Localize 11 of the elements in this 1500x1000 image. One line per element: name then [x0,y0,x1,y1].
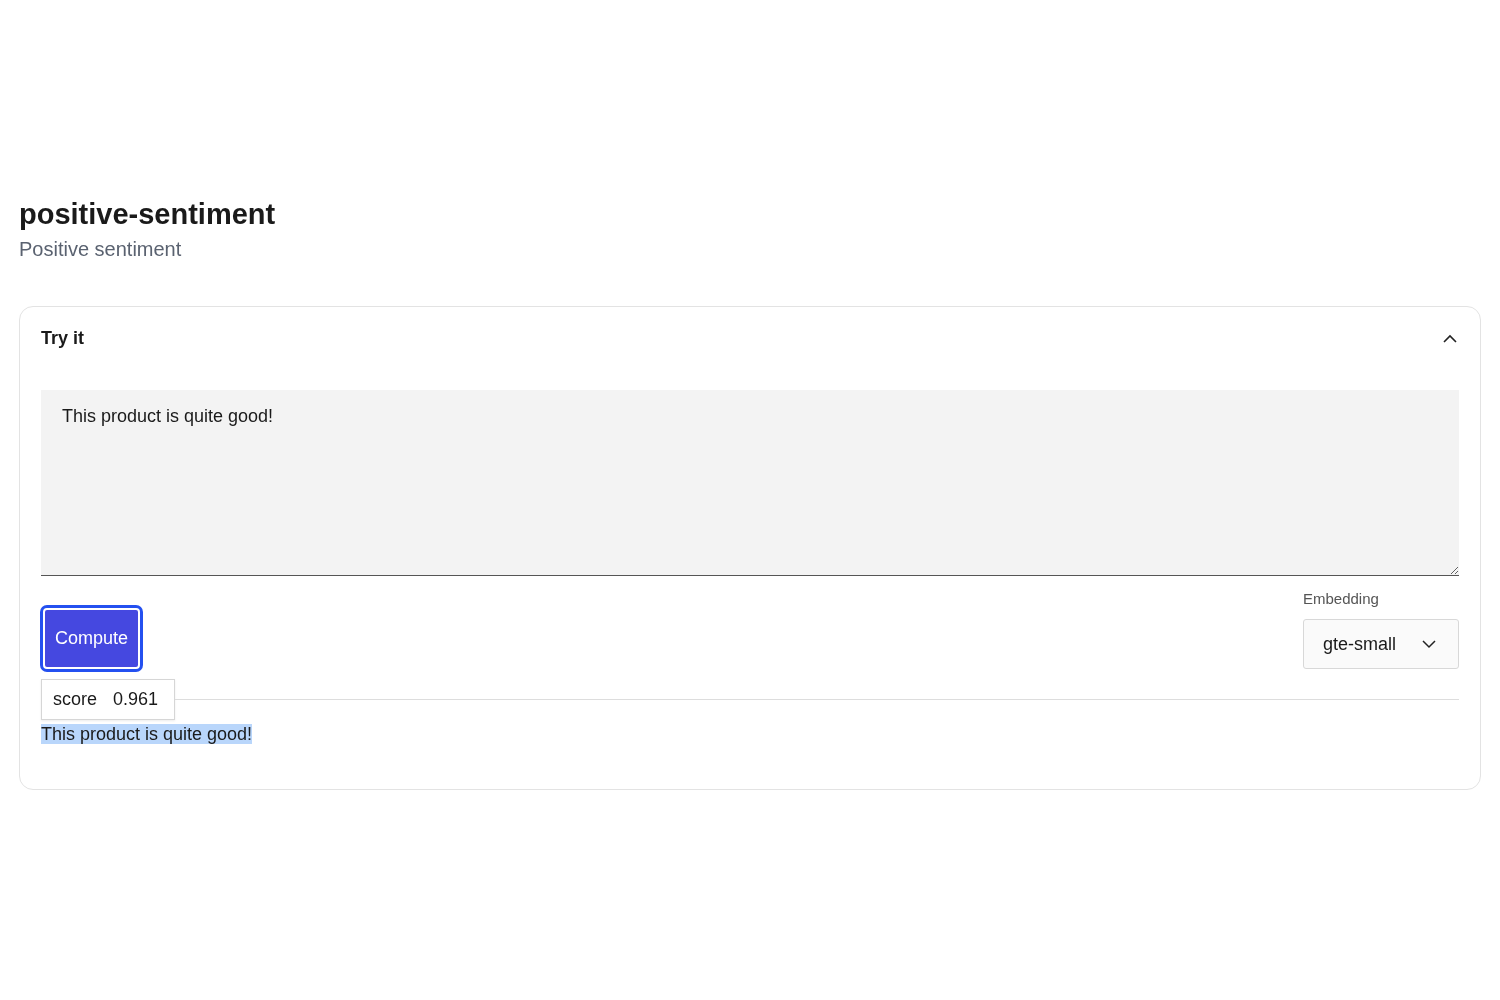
chevron-down-icon [1422,639,1436,649]
page-title: positive-sentiment [19,197,277,232]
page-subtitle: Positive sentiment [19,237,183,262]
compute-button[interactable]: Compute [43,608,141,669]
text-input-field[interactable]: This product is quite good! [41,390,1459,576]
embedding-select[interactable]: gte-small [1302,619,1459,669]
score-label: score [53,689,97,710]
result-text: This product is quite good! [41,724,253,744]
score-value: 0.961 [113,689,159,710]
embedding-label: Embedding [1302,590,1380,607]
panel-title: Try it [41,327,84,349]
